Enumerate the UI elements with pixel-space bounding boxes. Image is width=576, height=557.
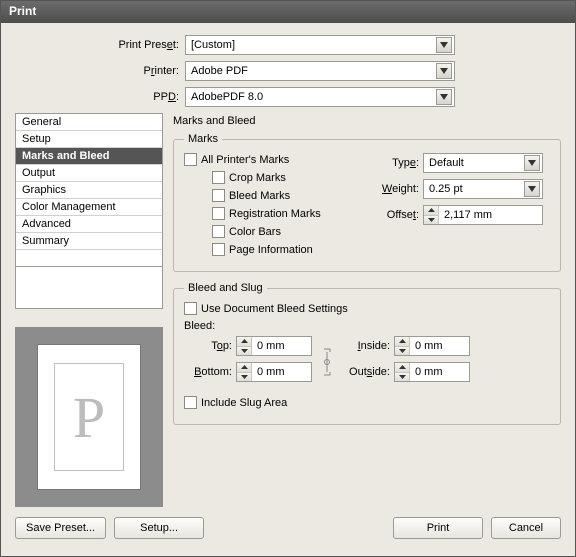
- type-value: Default: [429, 157, 464, 169]
- bleed-top-value: 0 mm: [252, 340, 285, 352]
- ppd-dropdown[interactable]: AdobePDF 8.0: [185, 87, 455, 107]
- nav-marks-and-bleed[interactable]: Marks and Bleed: [16, 148, 162, 165]
- all-marks-label: All Printer's Marks: [201, 154, 289, 166]
- chevron-down-icon: [436, 63, 452, 79]
- include-slug-label: Include Slug Area: [201, 397, 287, 409]
- weight-value: 0.25 pt: [429, 183, 463, 195]
- include-slug-checkbox[interactable]: [184, 396, 197, 409]
- link-icon[interactable]: [318, 344, 336, 380]
- down-arrow-icon[interactable]: [424, 216, 438, 225]
- down-arrow-icon[interactable]: [395, 373, 409, 382]
- bleed-outside-value: 0 mm: [410, 366, 443, 378]
- offset-label: Offset:: [375, 209, 423, 221]
- preview-margin: P: [54, 363, 124, 471]
- bleed-top-label: Top:: [184, 340, 236, 352]
- preview-page: P: [37, 344, 141, 490]
- titlebar[interactable]: Print: [1, 1, 575, 23]
- weight-dropdown[interactable]: 0.25 pt: [423, 179, 543, 199]
- down-arrow-icon[interactable]: [395, 347, 409, 356]
- page-info-label: Page Information: [229, 244, 313, 256]
- chevron-down-icon: [436, 89, 452, 105]
- nav-summary[interactable]: Summary: [16, 233, 162, 250]
- bleed-slug-group: Bleed and Slug Use Document Bleed Settin…: [173, 282, 561, 425]
- up-arrow-icon[interactable]: [395, 337, 409, 347]
- weight-label: Weight:: [375, 183, 423, 195]
- print-dialog: Print Print Preset: [Custom] Printer: Ad…: [0, 0, 576, 557]
- bleed-slug-legend: Bleed and Slug: [184, 282, 267, 294]
- up-arrow-icon[interactable]: [395, 363, 409, 373]
- save-preset-button[interactable]: Save Preset...: [15, 517, 106, 539]
- down-arrow-icon[interactable]: [237, 347, 251, 356]
- chevron-down-icon: [524, 181, 540, 197]
- registration-marks-checkbox[interactable]: [212, 207, 225, 220]
- offset-value: 2,117 mm: [439, 209, 492, 221]
- nav-setup[interactable]: Setup: [16, 131, 162, 148]
- printer-value: Adobe PDF: [191, 65, 248, 77]
- type-label: Type:: [375, 157, 423, 169]
- color-bars-label: Color Bars: [229, 226, 281, 238]
- print-button[interactable]: Print: [393, 517, 483, 539]
- marks-group: Marks All Printer's Marks Crop Marks Ble…: [173, 133, 561, 272]
- nav-advanced[interactable]: Advanced: [16, 216, 162, 233]
- cancel-button[interactable]: Cancel: [491, 517, 561, 539]
- down-arrow-icon[interactable]: [237, 373, 251, 382]
- chevron-down-icon: [524, 155, 540, 171]
- bleed-inside-value: 0 mm: [410, 340, 443, 352]
- marks-legend: Marks: [184, 133, 222, 145]
- use-doc-bleed-checkbox[interactable]: [184, 302, 197, 315]
- setup-button[interactable]: Setup...: [114, 517, 204, 539]
- crop-marks-checkbox[interactable]: [212, 171, 225, 184]
- up-arrow-icon[interactable]: [424, 206, 438, 216]
- up-arrow-icon[interactable]: [237, 337, 251, 347]
- nav-output[interactable]: Output: [16, 165, 162, 182]
- bleed-bottom-value: 0 mm: [252, 366, 285, 378]
- all-marks-checkbox[interactable]: [184, 153, 197, 166]
- preset-value: [Custom]: [191, 39, 235, 51]
- registration-marks-label: Registration Marks: [229, 208, 321, 220]
- printer-label: Printer:: [15, 65, 185, 77]
- crop-marks-label: Crop Marks: [229, 172, 286, 184]
- bleed-outside-spinner[interactable]: 0 mm: [394, 362, 470, 382]
- printer-dropdown[interactable]: Adobe PDF: [185, 61, 455, 81]
- ppd-value: AdobePDF 8.0: [191, 91, 263, 103]
- ppd-label: PPD:: [15, 91, 185, 103]
- color-bars-checkbox[interactable]: [212, 225, 225, 238]
- type-dropdown[interactable]: Default: [423, 153, 543, 173]
- spinner-buttons[interactable]: [237, 337, 252, 355]
- offset-spinner[interactable]: 2,117 mm: [423, 205, 543, 225]
- bleed-top-spinner[interactable]: 0 mm: [236, 336, 312, 356]
- bleed-inside-label: Inside:: [342, 340, 394, 352]
- bleed-bottom-label: Bottom:: [184, 366, 236, 378]
- use-doc-bleed-label: Use Document Bleed Settings: [201, 303, 348, 315]
- spinner-buttons[interactable]: [424, 206, 439, 224]
- bleed-marks-checkbox[interactable]: [212, 189, 225, 202]
- window-title: Print: [9, 4, 36, 18]
- spinner-buttons[interactable]: [395, 363, 410, 381]
- nav-general[interactable]: General: [16, 114, 162, 131]
- nav-graphics[interactable]: Graphics: [16, 182, 162, 199]
- preset-dropdown[interactable]: [Custom]: [185, 35, 455, 55]
- page-info-checkbox[interactable]: [212, 243, 225, 256]
- bleed-heading: Bleed:: [184, 320, 550, 332]
- nav-color-management[interactable]: Color Management: [16, 199, 162, 216]
- nav-extra-box: [15, 267, 163, 309]
- category-list[interactable]: General Setup Marks and Bleed Output Gra…: [15, 113, 163, 267]
- section-title: Marks and Bleed: [173, 115, 561, 127]
- bleed-marks-label: Bleed Marks: [229, 190, 290, 202]
- up-arrow-icon[interactable]: [237, 363, 251, 373]
- bleed-inside-spinner[interactable]: 0 mm: [394, 336, 470, 356]
- bleed-outside-label: Outside:: [342, 366, 394, 378]
- preset-label: Print Preset:: [15, 39, 185, 51]
- page-preview: P: [15, 327, 163, 507]
- bleed-bottom-spinner[interactable]: 0 mm: [236, 362, 312, 382]
- chevron-down-icon: [436, 37, 452, 53]
- spinner-buttons[interactable]: [237, 363, 252, 381]
- preview-letter: P: [73, 384, 105, 451]
- spinner-buttons[interactable]: [395, 337, 410, 355]
